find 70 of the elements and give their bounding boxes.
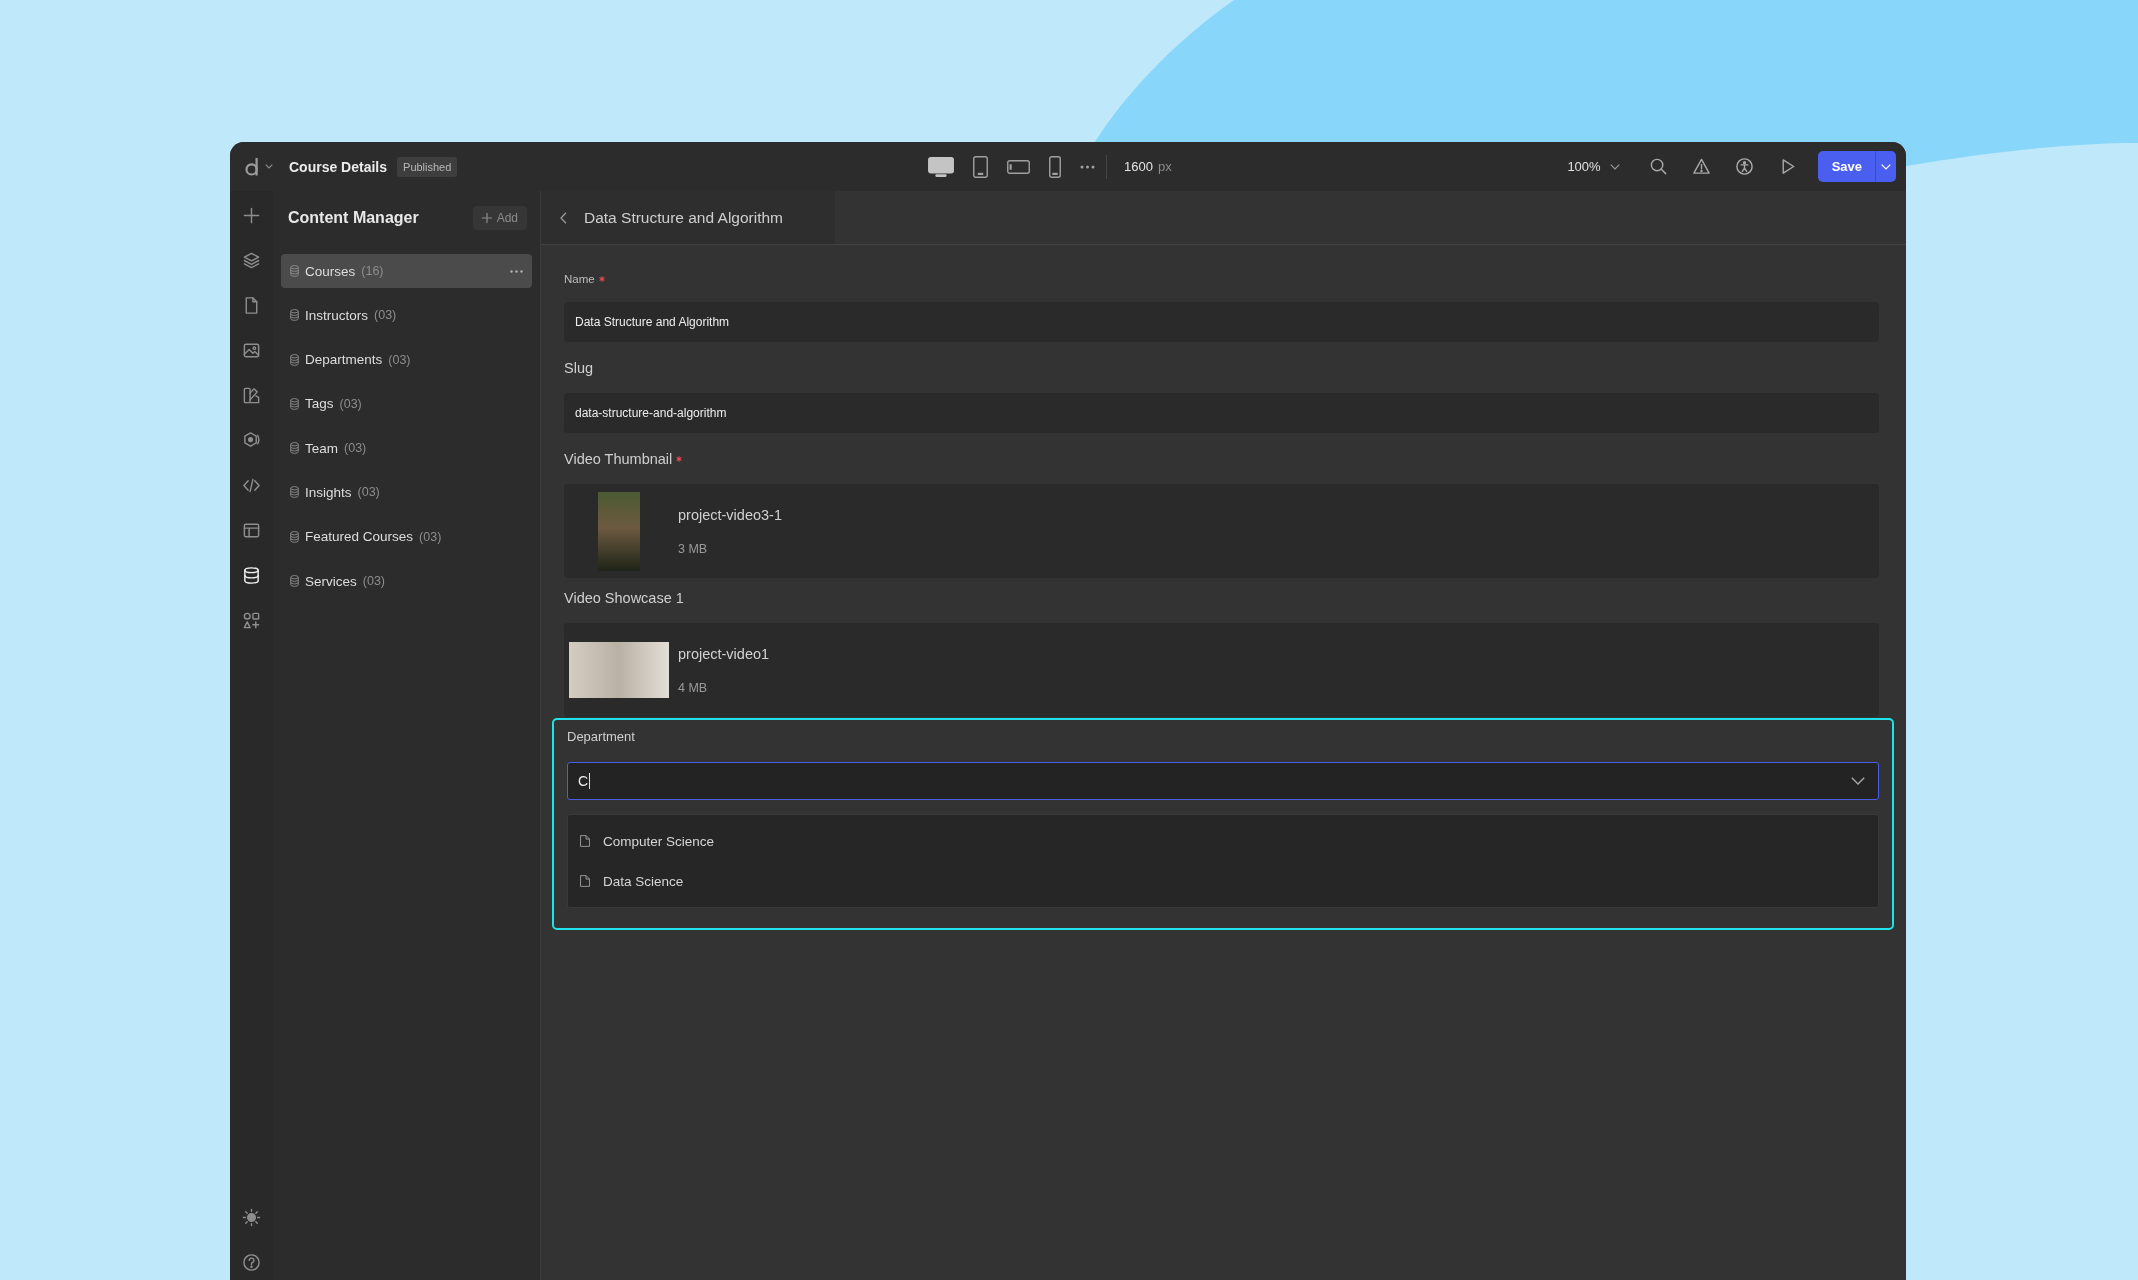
dropdown-option[interactable]: Computer Science xyxy=(568,821,1878,861)
add-button[interactable]: Add xyxy=(472,206,527,230)
back-icon[interactable] xyxy=(560,211,567,224)
shapes-icon[interactable] xyxy=(242,611,261,630)
field-label: Name xyxy=(564,272,595,286)
swatch-icon[interactable] xyxy=(242,386,261,405)
more-icon[interactable] xyxy=(510,269,523,273)
file-size: 3 MB xyxy=(678,540,709,557)
canvas-width-value[interactable]: 1600 xyxy=(1124,159,1153,174)
sun-icon[interactable] xyxy=(242,1208,261,1227)
save-button[interactable]: Save xyxy=(1817,151,1875,182)
layers-icon[interactable] xyxy=(242,251,261,270)
collection-item[interactable]: Services (03) xyxy=(281,564,532,599)
database-icon xyxy=(290,353,299,366)
text-cursor-icon xyxy=(589,773,591,789)
field-label: Slug xyxy=(564,359,594,377)
database-icon xyxy=(290,486,299,499)
file-name: project-video1 xyxy=(678,644,770,663)
database-icon xyxy=(290,397,299,410)
collection-item[interactable]: Courses (16) xyxy=(281,254,532,288)
file-name: project-video3-1 xyxy=(678,505,782,524)
unit-label: px xyxy=(1157,159,1172,174)
database-icon xyxy=(290,442,299,455)
status-badge: Published xyxy=(397,156,458,177)
panel-title: Content Manager xyxy=(288,209,419,227)
database-icon xyxy=(290,265,299,277)
search-icon[interactable] xyxy=(1648,157,1668,176)
accessibility-icon[interactable] xyxy=(1734,157,1754,176)
file-size: 4 MB xyxy=(678,679,709,696)
department-select[interactable]: C xyxy=(567,762,1879,800)
field-label: Video Showcase 1 xyxy=(564,589,684,607)
plus-icon[interactable] xyxy=(242,206,261,225)
caret-icon xyxy=(1609,163,1620,170)
file-icon xyxy=(580,835,590,847)
collection-item[interactable]: Insights (03) xyxy=(281,475,532,510)
database-icon xyxy=(290,530,299,543)
dropdown-option[interactable]: Data Science xyxy=(568,861,1878,901)
database-icon xyxy=(290,575,299,588)
warning-icon[interactable] xyxy=(1691,157,1711,176)
item-tab[interactable]: Data Structure and Algorithm xyxy=(541,191,835,244)
landscape-phone-icon[interactable] xyxy=(1007,159,1030,174)
caret-icon[interactable] xyxy=(265,164,273,169)
zoom-dropdown[interactable]: 100% xyxy=(1567,159,1620,174)
save-options-button[interactable] xyxy=(1875,151,1896,182)
collection-item[interactable]: Instructors (03) xyxy=(281,298,532,333)
help-icon[interactable] xyxy=(242,1253,261,1272)
field-label: Department xyxy=(567,729,635,745)
layout-icon[interactable] xyxy=(242,521,261,540)
collection-item[interactable]: Featured Courses (03) xyxy=(281,519,532,554)
text-input[interactable]: data-structure-and-algorithm xyxy=(564,393,1879,433)
field-label: Video Thumbnail xyxy=(564,450,673,468)
tablet-icon[interactable] xyxy=(973,155,988,178)
phone-icon[interactable] xyxy=(1049,155,1061,178)
database-icon[interactable] xyxy=(242,566,261,585)
monitor-icon[interactable] xyxy=(928,156,954,177)
collection-item[interactable]: Team (03) xyxy=(281,431,532,466)
page-title: Course Details xyxy=(289,158,388,175)
collection-item[interactable]: Tags (03) xyxy=(281,386,532,421)
file-icon xyxy=(580,875,590,887)
more-icon[interactable] xyxy=(1080,164,1095,169)
code-icon[interactable] xyxy=(242,476,261,495)
collection-item[interactable]: Departments (03) xyxy=(281,342,532,377)
text-input[interactable]: Data Structure and Algorithm xyxy=(564,302,1879,342)
chevron-down-icon xyxy=(1851,777,1865,785)
logo-icon[interactable] xyxy=(245,157,261,176)
hexagon-icon[interactable] xyxy=(242,431,261,450)
plus-icon xyxy=(481,213,492,223)
database-icon xyxy=(290,309,299,322)
image-icon[interactable] xyxy=(242,341,261,360)
chevron-down-icon xyxy=(1881,163,1891,170)
